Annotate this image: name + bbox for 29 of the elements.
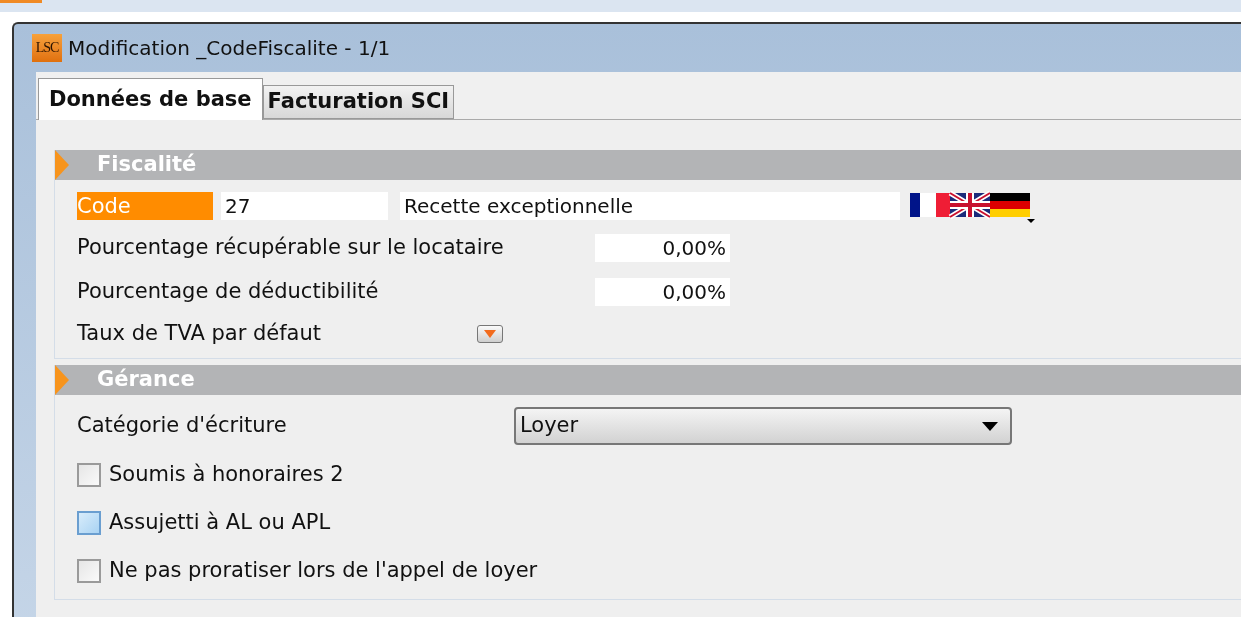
- dropdown-button[interactable]: [477, 325, 503, 343]
- caret-icon: [484, 330, 496, 338]
- checkbox-label: Assujetti à AL ou APL: [109, 509, 331, 537]
- section-title: Fiscalité: [97, 151, 197, 179]
- percent-field[interactable]: 0,00%: [595, 278, 730, 306]
- chevron-icon: [55, 365, 69, 395]
- checkbox-label: Soumis à honoraires 2: [109, 461, 344, 489]
- code-field[interactable]: 27: [221, 192, 388, 220]
- app-logo-icon: LSC: [32, 34, 62, 62]
- chevron-icon: [55, 150, 69, 180]
- checkbox[interactable]: [77, 463, 101, 487]
- checkbox-label: Ne pas proratiser lors de l'appel de loyer: [109, 557, 538, 585]
- field-label: Code: [77, 192, 213, 220]
- checkbox[interactable]: [77, 511, 101, 535]
- percent-field[interactable]: 0,00%: [595, 234, 730, 262]
- description-field[interactable]: Recette exceptionnelle: [400, 192, 900, 220]
- field-label: Catégorie d'écriture: [77, 412, 288, 440]
- field-label: Pourcentage récupérable sur le locataire: [77, 234, 505, 262]
- field-label: Taux de TVA par défaut: [77, 320, 322, 348]
- checkbox[interactable]: [77, 559, 101, 583]
- field-label: Pourcentage de déductibilité: [77, 278, 380, 306]
- caret-icon: [982, 421, 998, 431]
- dropdown-value: Loyer: [520, 412, 579, 440]
- window-title: Modification _CodeFiscalite - 1/1: [68, 35, 391, 62]
- tab[interactable]: Facturation SCI: [262, 85, 455, 119]
- section-title: Gérance: [97, 366, 195, 394]
- tab[interactable]: Données de base: [38, 78, 263, 120]
- language-flags-icon[interactable]: [910, 189, 1036, 223]
- category-dropdown[interactable]: Loyer: [514, 407, 1012, 445]
